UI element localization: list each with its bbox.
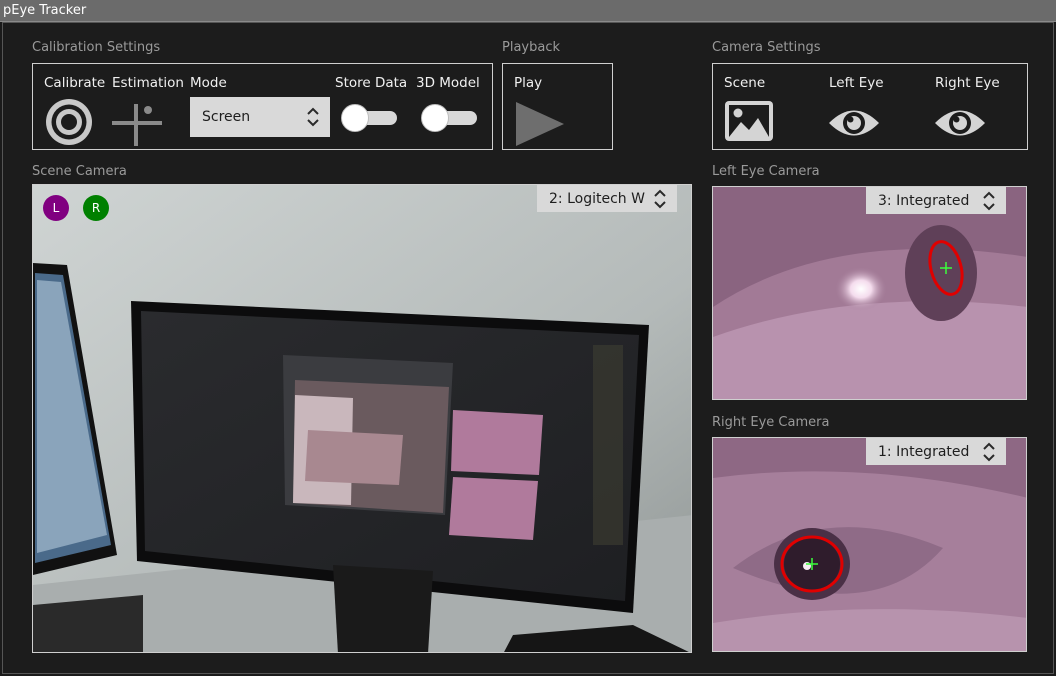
calibration-settings-label: Calibration Settings [32, 40, 161, 55]
store-data-toggle[interactable] [341, 103, 399, 133]
eye-icon [935, 110, 985, 136]
right-eye-image [713, 438, 1026, 651]
mode-select[interactable]: Screen [190, 97, 330, 137]
right-eye-label: Right Eye [935, 75, 1000, 91]
updown-chevron-icon [654, 189, 666, 208]
play-label: Play [514, 75, 543, 91]
scene-source-select[interactable]: 2: Logitech W [537, 185, 677, 212]
right-pupil-badge: R [83, 195, 109, 221]
crosshair-icon [112, 104, 162, 146]
scene-camera-label: Scene Camera [32, 164, 127, 179]
left-eye-image [713, 187, 1026, 399]
scene-camera-view: L R 2: Logitech W [32, 184, 692, 653]
toggle-knob [341, 104, 369, 132]
play-button[interactable] [514, 102, 566, 146]
scene-source-value: 2: Logitech W [549, 190, 645, 207]
left-pupil-badge: L [43, 195, 69, 221]
right-eye-camera-view: 1: Integrated [712, 437, 1027, 652]
model-3d-label: 3D Model [416, 75, 480, 91]
model-3d-toggle[interactable] [421, 103, 479, 133]
right-eye-source-value: 1: Integrated [878, 443, 970, 460]
main-window: Calibration Settings Calibrate Estimatio… [2, 22, 1054, 674]
updown-chevron-icon [983, 442, 995, 461]
updown-chevron-icon [307, 107, 319, 127]
eye-icon [829, 110, 879, 136]
scene-camera-button[interactable] [724, 100, 774, 142]
left-eye-camera-view: 3: Integrated [712, 186, 1027, 400]
estimation-label: Estimation [112, 75, 184, 91]
play-icon [516, 102, 564, 146]
image-icon [725, 101, 773, 141]
camera-settings-panel: Scene Left Eye Right Eye [712, 63, 1028, 150]
right-eye-camera-button[interactable] [933, 106, 987, 140]
playback-label: Playback [502, 40, 561, 55]
left-eye-camera-label: Left Eye Camera [712, 164, 820, 179]
left-eye-camera-button[interactable] [827, 106, 881, 140]
target-icon [46, 99, 92, 145]
calibrate-button[interactable] [44, 97, 94, 147]
scene-camera-image [33, 185, 691, 652]
scene-label: Scene [724, 75, 766, 91]
mode-select-value: Screen [202, 109, 251, 125]
store-data-label: Store Data [335, 75, 408, 91]
title-bar: pEye Tracker [0, 0, 1056, 22]
right-eye-source-select[interactable]: 1: Integrated [866, 438, 1006, 465]
toggle-knob [421, 104, 449, 132]
mode-label: Mode [190, 75, 227, 91]
camera-settings-label: Camera Settings [712, 40, 821, 55]
left-eye-source-value: 3: Integrated [878, 192, 970, 209]
right-eye-camera-label: Right Eye Camera [712, 415, 830, 430]
playback-panel: Play [502, 63, 613, 150]
left-eye-label: Left Eye [829, 75, 884, 91]
estimation-button[interactable] [112, 102, 162, 148]
left-eye-source-select[interactable]: 3: Integrated [866, 187, 1006, 214]
calibrate-label: Calibrate [44, 75, 106, 91]
calibration-settings-panel: Calibrate Estimation Mode Screen Store D… [32, 63, 493, 150]
updown-chevron-icon [983, 191, 995, 210]
window-title: pEye Tracker [3, 3, 87, 18]
